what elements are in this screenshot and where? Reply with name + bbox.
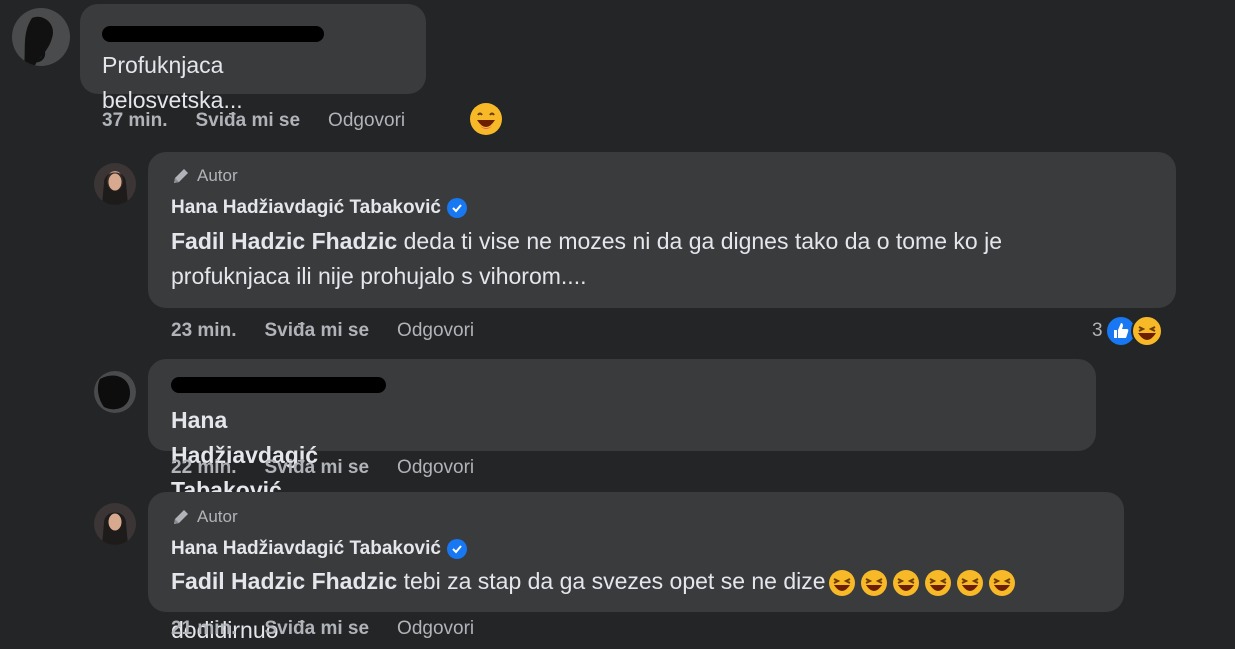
mention-link[interactable]: Fadil Hadzic Fhadzic (171, 228, 397, 254)
laughing-emoji-row (828, 569, 1016, 597)
author-name-text[interactable]: Hana Hadžiavdagić Tabaković (171, 538, 441, 560)
author-badge: Autor (171, 507, 238, 527)
pencil-icon (174, 169, 188, 183)
reply-button[interactable]: Odgovori (397, 320, 474, 342)
redacted-author-name (171, 377, 386, 393)
author-name[interactable]: Hana Hadžiavdagić Tabaković (171, 538, 467, 560)
reply-button[interactable]: Odgovori (328, 110, 405, 132)
author-badge-label: Autor (197, 166, 238, 185)
reaction-summary[interactable]: 3 (1092, 315, 1163, 347)
comment-actions: 37 min. Sviđa mi se Odgovori (102, 110, 433, 132)
avatar-image (94, 163, 136, 205)
verified-badge-icon (446, 198, 467, 218)
laughing-emoji-icon (988, 569, 1015, 596)
timestamp[interactable]: 23 min. (171, 320, 236, 342)
pencil-icon (174, 510, 188, 524)
timestamp[interactable]: 22 min. (171, 457, 236, 479)
comment-actions: 23 min. Sviđa mi se Odgovori (171, 320, 502, 342)
reaction-count: 3 (1092, 320, 1103, 341)
author-badge: Autor (171, 166, 238, 186)
avatar[interactable] (94, 163, 136, 205)
laughing-reaction-icon (1130, 315, 1163, 347)
mention-link[interactable]: Hana Hadžiavdagić Tabaković (171, 407, 318, 503)
laughing-emoji-icon (892, 569, 919, 596)
laughing-emoji-icon (924, 569, 951, 596)
author-badge-label: Autor (197, 507, 238, 526)
laughing-emoji-icon (956, 569, 983, 596)
laughing-emoji-icon (860, 569, 887, 596)
like-button[interactable]: Sviđa mi se (195, 110, 300, 132)
avatar-image (12, 8, 70, 66)
comment-text-body: tebi za stap da ga svezes opet se ne diz… (397, 568, 826, 594)
like-button[interactable]: Sviđa mi se (264, 618, 369, 640)
mention-link[interactable]: Fadil Hadzic Fhadzic (171, 568, 397, 594)
avatar-image (94, 503, 136, 545)
avatar[interactable] (12, 8, 70, 66)
comment-actions: 22 min. Sviđa mi se Odgovori (171, 457, 502, 479)
laughing-emoji-icon[interactable] (469, 102, 503, 136)
redacted-author-name (102, 26, 324, 42)
reply-button[interactable]: Odgovori (397, 618, 474, 640)
author-name[interactable]: Hana Hadžiavdagić Tabaković (171, 197, 467, 219)
like-button[interactable]: Sviđa mi se (264, 320, 369, 342)
avatar[interactable] (94, 503, 136, 545)
comment-text-line1: deda ti vise ne mozes ni da ga dignes ta… (397, 228, 1002, 254)
avatar-image (94, 371, 136, 413)
comment-text: Fadil Hadzic Fhadzic deda ti vise ne moz… (171, 224, 1161, 294)
comment-actions: 21 min. Sviđa mi se Odgovori (171, 618, 502, 640)
like-button[interactable]: Sviđa mi se (264, 457, 369, 479)
timestamp[interactable]: 37 min. (102, 110, 167, 132)
reply-button[interactable]: Odgovori (397, 457, 474, 479)
timestamp[interactable]: 21 min. (171, 618, 236, 640)
comment-text: Fadil Hadzic Fhadzic tebi za stap da ga … (171, 564, 1016, 599)
verified-badge-icon (446, 539, 467, 559)
avatar[interactable] (94, 371, 136, 413)
laughing-emoji-icon (828, 569, 855, 596)
comment-text-line2: profuknjaca ili nije prohujalo s vihorom… (171, 263, 587, 289)
author-name-text[interactable]: Hana Hadžiavdagić Tabaković (171, 197, 441, 219)
comment-text: Profuknjaca belosvetska... (102, 52, 243, 113)
